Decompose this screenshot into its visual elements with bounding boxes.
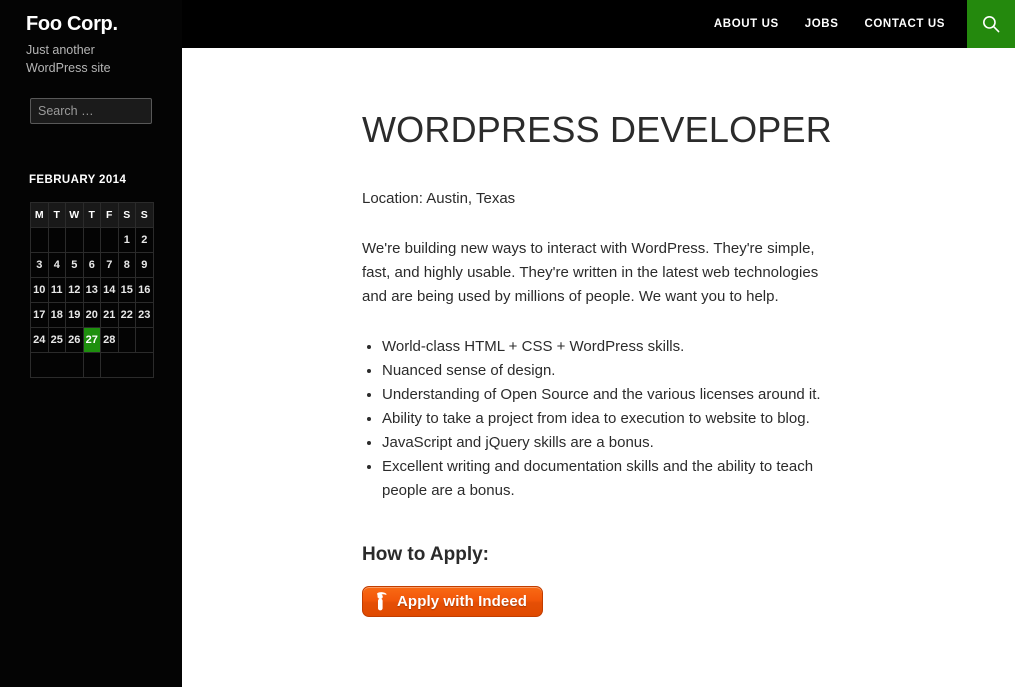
- calendar-day-cell[interactable]: 9: [135, 251, 154, 278]
- calendar-empty-cell: [65, 226, 84, 253]
- indeed-i-icon: [375, 592, 388, 611]
- calendar-weekday-fri: F: [100, 201, 119, 228]
- calendar-table: M T W T F S S 1 2 3 4 5 6 7 8 9 10 11 12 13 14 15 16 17 1…: [30, 201, 154, 378]
- sidebar: Foo Corp. Just another WordPress site FE…: [0, 0, 182, 687]
- job-requirement-item: World-class HTML + CSS + WordPress skill…: [382, 335, 852, 359]
- apply-button-container: Apply with Indeed: [362, 586, 842, 618]
- nav-item-about-us[interactable]: ABOUT US: [714, 0, 779, 48]
- nav-item-jobs[interactable]: JOBS: [805, 0, 839, 48]
- calendar-day-cell[interactable]: 1: [117, 226, 136, 253]
- calendar-weekday-header-row: M T W T F S S: [30, 201, 154, 228]
- sidebar-search-form: [0, 97, 182, 124]
- calendar-weekday-sat: S: [117, 201, 136, 228]
- apply-with-indeed-label: Apply with Indeed: [397, 593, 528, 611]
- calendar-empty-cell: [47, 226, 66, 253]
- calendar-day-cell-today[interactable]: 27: [82, 326, 101, 353]
- job-requirement-item: Excellent writing and documentation skil…: [382, 455, 852, 503]
- calendar-week-row: 17 18 19 20 21 22 23: [30, 301, 154, 328]
- calendar-week-row: 10 11 12 13 14 15 16: [30, 276, 154, 303]
- calendar-day-cell[interactable]: 3: [30, 251, 49, 278]
- calendar-day-cell[interactable]: 24: [30, 326, 49, 353]
- site-title-link[interactable]: Foo Corp.: [26, 13, 118, 35]
- calendar-day-cell[interactable]: 4: [47, 251, 66, 278]
- calendar-day-cell[interactable]: 13: [82, 276, 101, 303]
- calendar-day-cell[interactable]: 25: [47, 326, 66, 353]
- calendar-week-row: 3456789: [30, 251, 154, 278]
- calendar-day-cell[interactable]: 23: [135, 301, 154, 328]
- calendar-weekday-wed: W: [65, 201, 84, 228]
- job-posting-article: WordPress Developer Location: Austin, Te…: [182, 48, 842, 618]
- calendar-day-cell[interactable]: 8: [117, 251, 136, 278]
- job-intro-paragraph: We're building new ways to interact with…: [362, 239, 819, 306]
- how-to-apply-heading: How to Apply:: [362, 544, 489, 566]
- calendar-nav-spacer: [82, 351, 101, 378]
- calendar-weekday-sun: S: [135, 201, 154, 228]
- calendar-empty-cell: [100, 226, 119, 253]
- calendar-day-cell[interactable]: 10: [30, 276, 49, 303]
- calendar-day-cell[interactable]: 22: [117, 301, 136, 328]
- calendar-day-cell[interactable]: 20: [82, 301, 101, 328]
- search-icon: [981, 14, 1001, 34]
- calendar-body: 1 2 3 4 5 6 7 8 9 10 11 12 13 14 15 16 17 18 19 20 21 22 23 24 2…: [30, 226, 154, 353]
- calendar-day-cell[interactable]: 19: [65, 301, 84, 328]
- calendar-day-cell[interactable]: 17: [30, 301, 49, 328]
- calendar-day-cell[interactable]: 26: [65, 326, 84, 353]
- nav-item-contact-us[interactable]: CONTACT US: [864, 0, 945, 48]
- calendar-day-cell[interactable]: 6: [82, 251, 101, 278]
- calendar-day-cell[interactable]: 11: [47, 276, 66, 303]
- calendar-widget: FEBRUARY 2014 M T W T F S S 1 2 3 4 5 6 7 8 9 10 1…: [0, 124, 182, 378]
- calendar-day-cell[interactable]: 5: [65, 251, 84, 278]
- calendar-week-row: 24 25 26 27 28: [30, 326, 154, 353]
- calendar-weekday-tue: T: [47, 201, 66, 228]
- calendar-nav-row: [30, 351, 154, 378]
- job-requirements-list: World-class HTML + CSS + WordPress skill…: [362, 335, 852, 503]
- calendar-prev-month-cell[interactable]: [30, 351, 84, 378]
- calendar-weekday-thu: T: [82, 201, 101, 228]
- calendar-day-cell[interactable]: 18: [47, 301, 66, 328]
- calendar-next-month-cell[interactable]: [100, 351, 154, 378]
- page-title: WordPress Developer: [362, 109, 832, 150]
- calendar-day-cell[interactable]: 7: [100, 251, 119, 278]
- job-requirement-item: Ability to take a project from idea to e…: [382, 407, 852, 431]
- site-title: Foo Corp.: [0, 0, 182, 35]
- job-requirement-item: Understanding of Open Source and the var…: [382, 383, 852, 407]
- job-requirement-item: JavaScript and jQuery skills are a bonus…: [382, 431, 852, 455]
- calendar-week-row: 12: [30, 226, 154, 253]
- calendar-day-cell[interactable]: 12: [65, 276, 84, 303]
- calendar-day-cell[interactable]: 15: [117, 276, 136, 303]
- calendar-day-cell[interactable]: 28: [100, 326, 119, 353]
- calendar-month-caption: FEBRUARY 2014: [29, 173, 127, 186]
- calendar-day-cell[interactable]: 16: [135, 276, 154, 303]
- calendar-day-cell[interactable]: 14: [100, 276, 119, 303]
- search-input[interactable]: [30, 97, 152, 124]
- primary-navigation: ABOUT US JOBS CONTACT US: [714, 0, 967, 48]
- main-content: WordPress Developer Location: Austin, Te…: [182, 48, 1015, 687]
- calendar-empty-cell: [135, 326, 154, 353]
- calendar-weekday-mon: M: [30, 201, 49, 228]
- calendar-day-cell[interactable]: 2: [135, 226, 154, 253]
- search-toggle-button[interactable]: [967, 0, 1015, 48]
- job-requirement-item: Nuanced sense of design.: [382, 359, 852, 383]
- calendar-day-cell[interactable]: 21: [100, 301, 119, 328]
- calendar-empty-cell: [117, 326, 136, 353]
- job-location: Location: Austin, Texas: [362, 189, 516, 207]
- apply-with-indeed-button[interactable]: Apply with Indeed: [362, 586, 544, 618]
- calendar-empty-cell: [82, 226, 101, 253]
- site-description: Just another WordPress site: [26, 43, 111, 75]
- calendar-empty-cell: [30, 226, 49, 253]
